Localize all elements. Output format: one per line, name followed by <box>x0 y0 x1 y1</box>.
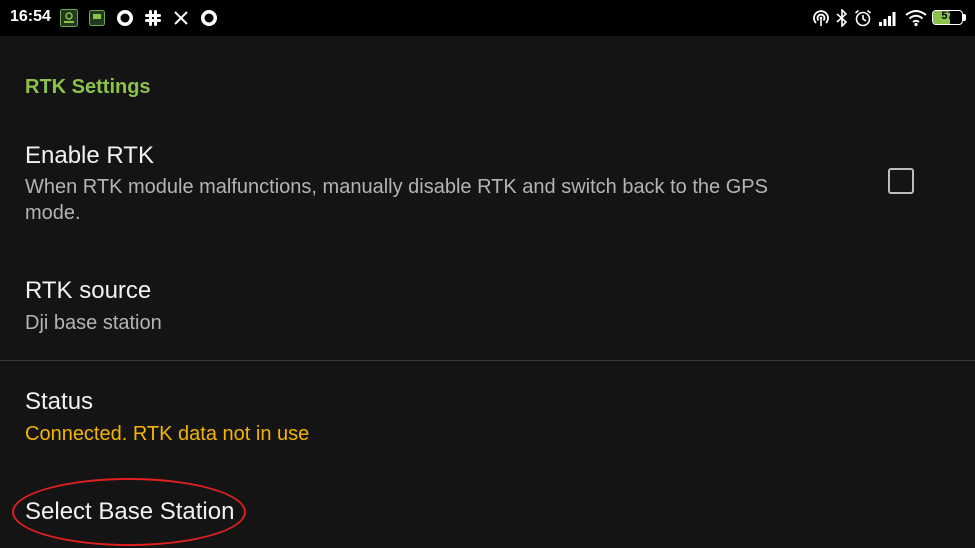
status-value: Connected. RTK data not in use <box>25 423 310 445</box>
circle-icon <box>116 9 134 27</box>
app-icon-2 <box>89 9 105 27</box>
screen: 16:54 57 RTK Settings Enable RTK When RT… <box>0 0 975 548</box>
enable-rtk-summary: When RTK module malfunctions, manually d… <box>25 174 768 226</box>
status-time: 16:54 <box>10 8 51 25</box>
signal-icon <box>878 9 898 27</box>
enable-rtk-checkbox[interactable] <box>888 168 914 194</box>
bluetooth-icon <box>835 9 849 27</box>
divider <box>0 360 975 361</box>
enable-rtk-summary-line1: When RTK module malfunctions, manually d… <box>25 176 768 198</box>
battery-cap <box>963 14 966 21</box>
rtk-source-title: RTK source <box>25 277 152 304</box>
select-base-station-preference[interactable]: Select Base Station <box>0 486 975 546</box>
battery-icon: 57 <box>932 10 963 25</box>
wifi-icon <box>905 9 927 27</box>
rtk-source-preference[interactable]: RTK source Dji base station <box>0 265 975 345</box>
alarm-icon <box>854 9 872 27</box>
slack-icon <box>144 9 162 27</box>
enable-rtk-title: Enable RTK <box>25 142 154 169</box>
app-icon-1 <box>60 9 78 27</box>
circle-icon <box>200 9 218 27</box>
status-bar: 16:54 57 <box>0 0 975 36</box>
rtk-source-value: Dji base station <box>25 312 162 334</box>
section-header: RTK Settings <box>25 76 151 98</box>
status-preference: Status Connected. RTK data not in use <box>0 376 975 456</box>
enable-rtk-preference[interactable]: Enable RTK When RTK module malfunctions,… <box>0 130 975 230</box>
hotspot-icon <box>812 9 830 27</box>
status-title: Status <box>25 388 94 415</box>
battery-level: 57 <box>941 10 954 22</box>
select-base-station-title: Select Base Station <box>25 498 235 525</box>
enable-rtk-summary-line2: mode. <box>25 202 81 224</box>
x-icon <box>173 9 189 27</box>
